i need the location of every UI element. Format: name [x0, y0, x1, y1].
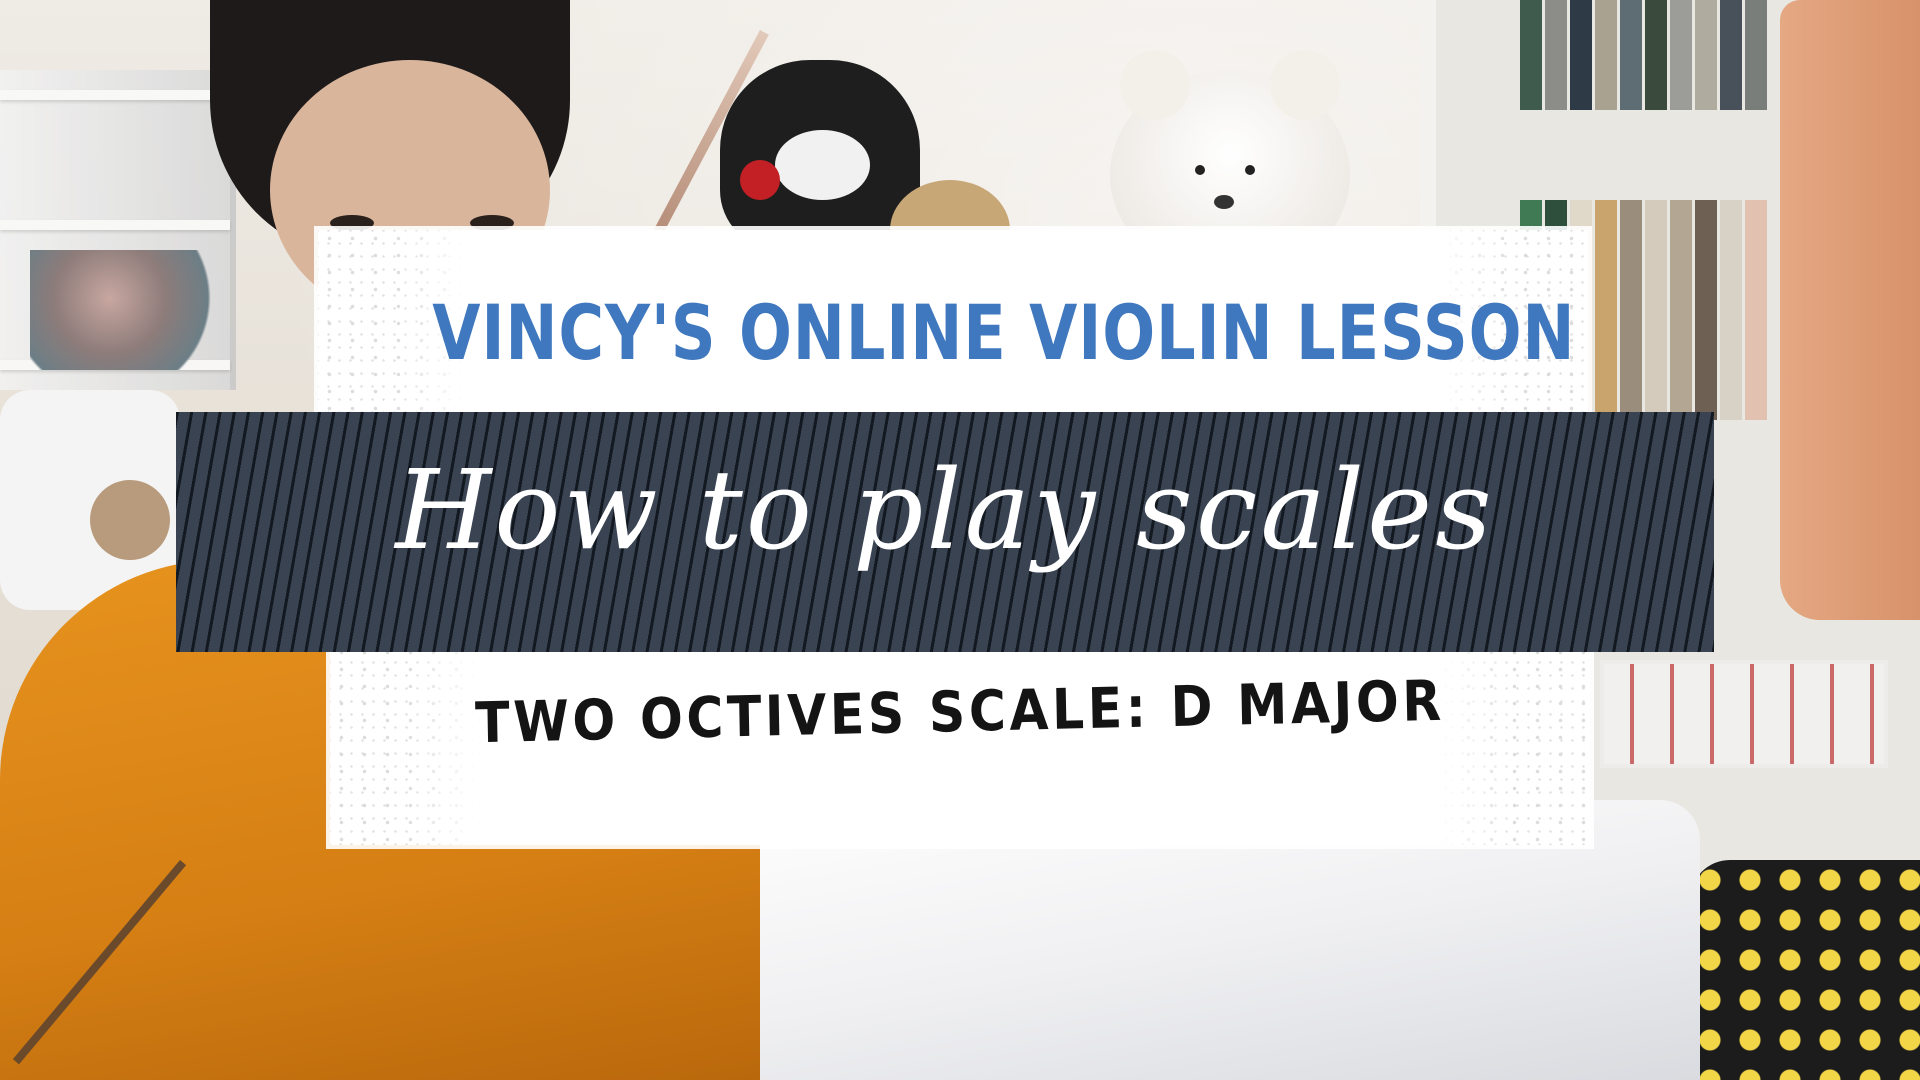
person-eye-left: [330, 215, 374, 231]
book-row-top: [1520, 0, 1820, 110]
lesson-heading: VINCY'S ONLINE VIOLIN LESSON: [432, 288, 1576, 377]
pillow-bear-print: [90, 480, 170, 560]
person-eye-right: [470, 215, 514, 231]
polka-dot-fabric: [1690, 860, 1920, 1080]
storage-basket: [1600, 660, 1888, 768]
orange-towel: [1780, 0, 1920, 620]
shelf-items: [30, 250, 230, 370]
lesson-script-title: How to play scales: [395, 446, 1495, 574]
